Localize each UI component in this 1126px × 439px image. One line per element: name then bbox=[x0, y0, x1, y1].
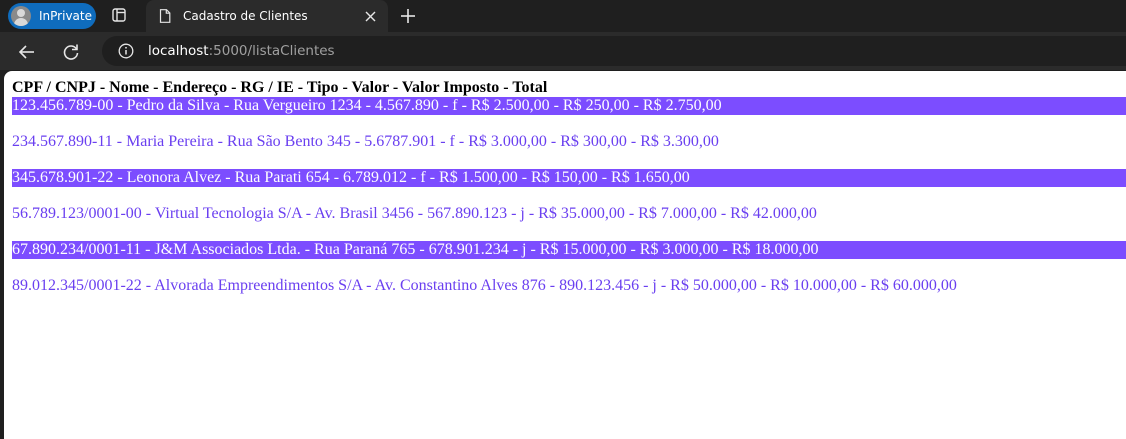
close-icon[interactable] bbox=[362, 8, 378, 24]
list-header: CPF / CNPJ - Nome - Endereço - RG / IE -… bbox=[12, 79, 548, 96]
plus-icon[interactable] bbox=[399, 7, 417, 25]
page-viewport: CPF / CNPJ - Nome - Endereço - RG / IE -… bbox=[4, 71, 1126, 439]
inprivate-badge[interactable]: InPrivate bbox=[8, 3, 96, 29]
reload-icon[interactable] bbox=[61, 42, 81, 62]
address-bar[interactable]: localhost:5000/listaClientes bbox=[102, 36, 1126, 66]
avatar-icon bbox=[11, 6, 31, 26]
url-host: localhost bbox=[148, 43, 209, 59]
tab-title: Cadastro de Clientes bbox=[183, 9, 308, 23]
client-row: 345.678.901-22 - Leonora Alvez - Rua Par… bbox=[12, 169, 1126, 187]
client-list: CPF / CNPJ - Nome - Endereço - RG / IE -… bbox=[12, 79, 1126, 313]
info-icon[interactable] bbox=[118, 43, 134, 59]
tab-strip: InPrivate Cadastro de Clientes bbox=[0, 0, 1126, 32]
toolbar: localhost:5000/listaClientes bbox=[0, 32, 1126, 70]
client-row: 56.789.123/0001-00 - Virtual Tecnologia … bbox=[12, 205, 817, 222]
page-icon bbox=[159, 9, 171, 23]
url-text[interactable]: localhost:5000/listaClientes bbox=[148, 43, 335, 59]
client-row: 234.567.890-11 - Maria Pereira - Rua São… bbox=[12, 133, 719, 150]
inprivate-label: InPrivate bbox=[39, 9, 92, 23]
back-arrow-icon[interactable] bbox=[17, 42, 37, 62]
browser-window: InPrivate Cadastro de Clientes localhost… bbox=[0, 0, 1126, 439]
url-path: :5000/listaClientes bbox=[208, 43, 335, 59]
client-row: 123.456.789-00 - Pedro da Silva - Rua Ve… bbox=[12, 97, 1126, 115]
tab-actions-icon[interactable] bbox=[112, 8, 126, 22]
client-row: 89.012.345/0001-22 - Alvorada Empreendim… bbox=[12, 277, 957, 294]
tab-cadastro-clientes[interactable]: Cadastro de Clientes bbox=[146, 0, 388, 32]
client-row: 67.890.234/0001-11 - J&M Associados Ltda… bbox=[12, 241, 1126, 259]
